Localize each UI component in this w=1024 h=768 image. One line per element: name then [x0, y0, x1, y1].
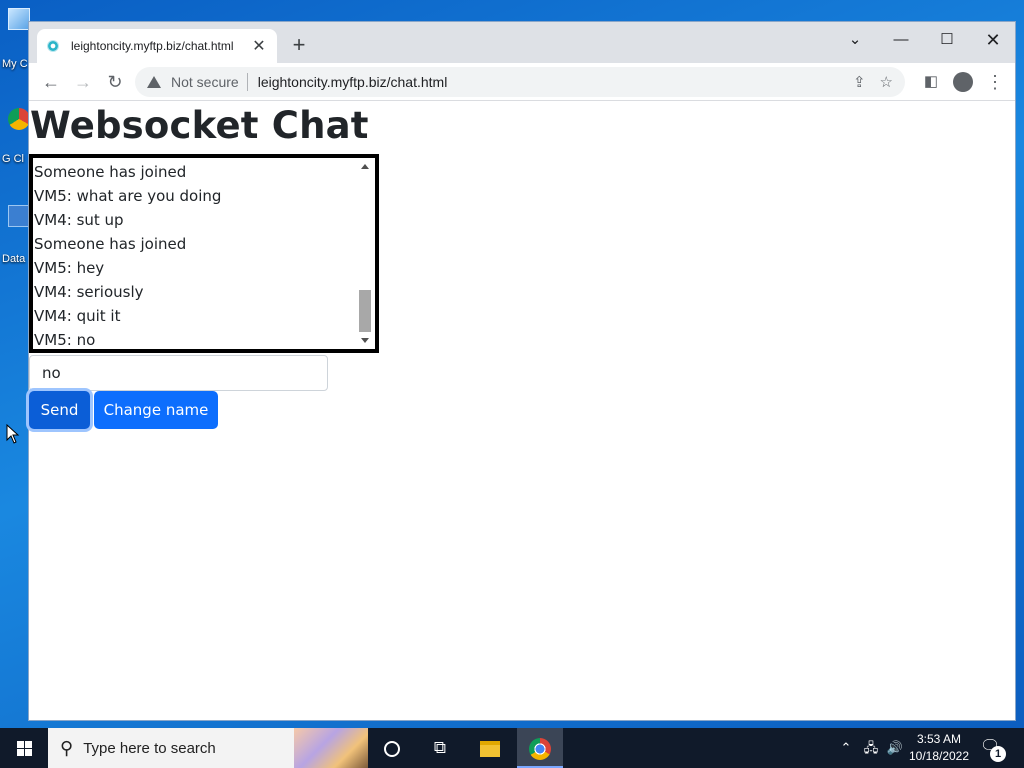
- notification-center-icon[interactable]: 🗨 1: [980, 736, 1006, 762]
- close-window-button[interactable]: ✕: [973, 26, 1013, 54]
- url-text[interactable]: leightoncity.myftp.biz/chat.html: [258, 74, 839, 90]
- clock-date: 10/18/2022: [908, 749, 970, 763]
- notification-badge: 1: [990, 746, 1006, 762]
- desktop-icon-label: G Cl: [2, 153, 24, 165]
- share-icon[interactable]: ⇪: [853, 73, 866, 91]
- search-placeholder: Type here to search: [83, 739, 216, 757]
- taskbar: ⚲ Type here to search ⧉ ⌃ 🖧 🔊 3:53 AM 10…: [0, 728, 1024, 768]
- desktop-icon-computer[interactable]: My C: [0, 8, 30, 70]
- file-explorer-icon[interactable]: [467, 728, 513, 768]
- chat-message: VM5: hey: [34, 259, 105, 277]
- browser-tab[interactable]: leightoncity.myftp.biz/chat.html ✕: [37, 29, 277, 63]
- show-hidden-icons-chevron-icon[interactable]: ⌃: [836, 728, 856, 768]
- page-title: Websocket Chat: [30, 104, 369, 147]
- tab-search-chevron-icon[interactable]: ⌄: [835, 26, 875, 54]
- back-arrow-icon[interactable]: ←: [37, 68, 65, 96]
- chat-message: VM5: what are you doing: [34, 187, 222, 205]
- desktop-icon-chrome[interactable]: G Cl: [0, 108, 30, 165]
- send-button[interactable]: Send: [29, 391, 90, 429]
- profile-avatar-icon[interactable]: [949, 68, 977, 96]
- search-highlight-image: [294, 728, 368, 768]
- warning-icon[interactable]: [147, 76, 161, 88]
- volume-icon[interactable]: 🔊: [884, 728, 906, 768]
- desktop-icon-label: Data: [2, 253, 26, 265]
- chat-message: Someone has joined: [34, 235, 187, 253]
- chat-message: VM4: sut up: [34, 211, 124, 229]
- message-list: Someone has joined VM5: what are you doi…: [34, 160, 356, 349]
- chat-message: VM4: seriously: [34, 283, 144, 301]
- shortcut-icon: [8, 205, 30, 227]
- browser-toolbar: ← → ↻ Not secure leightoncity.myftp.biz/…: [29, 63, 1015, 101]
- side-panel-icon[interactable]: ◧: [917, 68, 945, 96]
- chat-message: Someone has joined: [34, 163, 187, 181]
- kebab-menu-icon[interactable]: ⋮: [981, 68, 1009, 96]
- windows-logo-icon: [17, 741, 32, 756]
- scroll-down-arrow-icon[interactable]: [361, 338, 369, 343]
- bookmark-star-icon[interactable]: ☆: [880, 73, 893, 91]
- chat-message: VM5: no: [34, 331, 96, 349]
- new-tab-button[interactable]: +: [287, 34, 311, 58]
- message-input[interactable]: no: [29, 355, 328, 391]
- chat-log[interactable]: Someone has joined VM5: what are you doi…: [29, 154, 379, 353]
- tab-title: leightoncity.myftp.biz/chat.html: [71, 39, 234, 53]
- forward-arrow-icon[interactable]: →: [69, 68, 97, 96]
- favicon-icon: [47, 40, 59, 52]
- address-divider: [246, 73, 248, 91]
- search-icon: ⚲: [60, 737, 74, 758]
- tab-close-icon[interactable]: ✕: [251, 36, 267, 56]
- scroll-up-arrow-icon[interactable]: [361, 164, 369, 169]
- minimize-button[interactable]: —: [881, 26, 921, 54]
- web-page: Websocket Chat Someone has joined VM5: w…: [29, 102, 1015, 720]
- computer-icon: [8, 8, 30, 30]
- reload-icon[interactable]: ↻: [101, 68, 129, 96]
- address-bar[interactable]: Not secure leightoncity.myftp.biz/chat.h…: [135, 67, 905, 97]
- browser-window: leightoncity.myftp.biz/chat.html ✕ + ⌄ —…: [28, 21, 1016, 721]
- chat-scrollbar[interactable]: [357, 158, 374, 349]
- start-button[interactable]: [0, 728, 48, 768]
- desktop-icon-data[interactable]: Data: [0, 205, 30, 265]
- chat-message: VM4: quit it: [34, 307, 121, 325]
- change-name-button[interactable]: Change name: [94, 391, 218, 429]
- clock-time: 3:53 AM: [916, 732, 962, 746]
- chrome-taskbar-icon[interactable]: [517, 728, 563, 768]
- security-label[interactable]: Not secure: [171, 74, 239, 90]
- maximize-button[interactable]: ☐: [927, 26, 967, 54]
- taskbar-search-box[interactable]: ⚲ Type here to search: [48, 728, 368, 768]
- chrome-icon: [8, 108, 30, 130]
- system-clock[interactable]: 3:53 AM 10/18/2022: [906, 731, 972, 765]
- task-view-icon[interactable]: ⧉: [417, 728, 463, 768]
- desktop-icon-label: My C: [2, 58, 28, 70]
- tab-strip: leightoncity.myftp.biz/chat.html ✕ + ⌄ —…: [29, 22, 1015, 63]
- network-icon[interactable]: 🖧: [860, 728, 882, 768]
- scroll-thumb[interactable]: [359, 290, 371, 332]
- cortana-icon[interactable]: [369, 728, 415, 768]
